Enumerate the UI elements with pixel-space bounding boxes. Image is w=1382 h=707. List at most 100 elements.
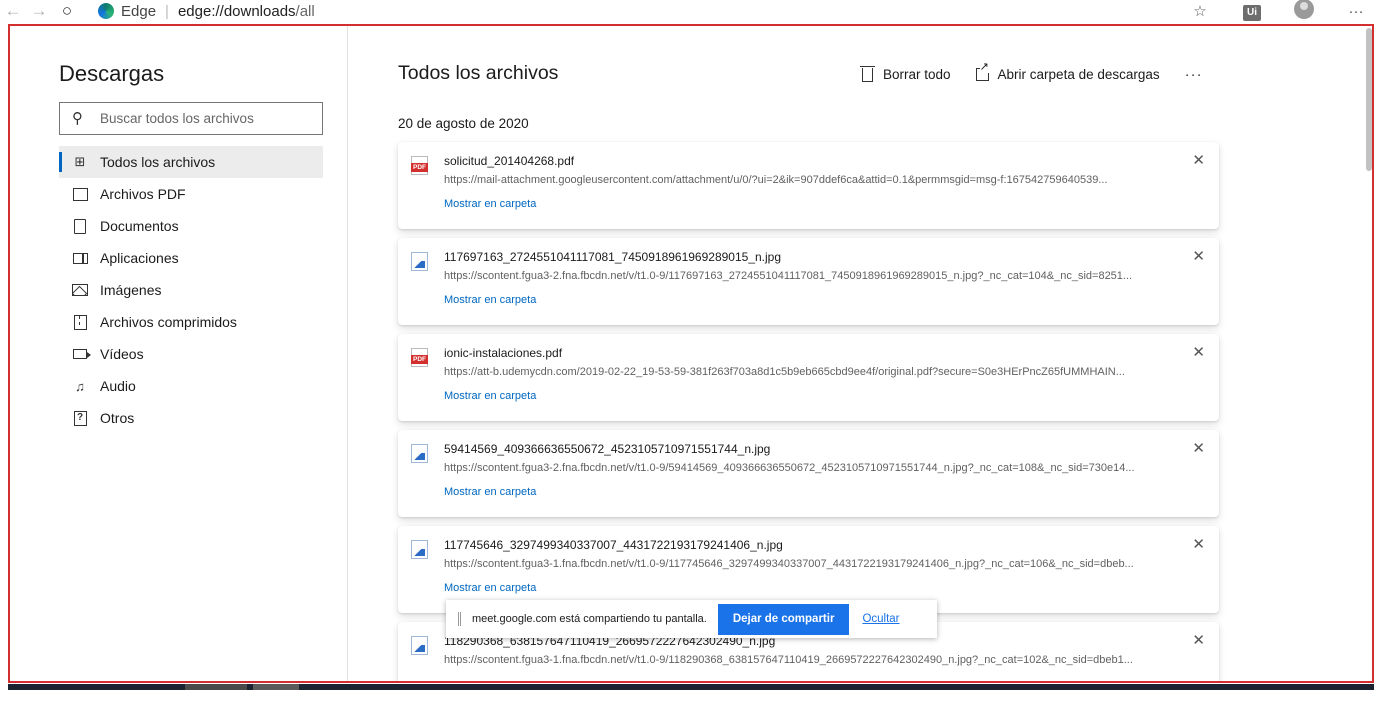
audio-icon: ♫ bbox=[75, 378, 85, 394]
filter-list: ⊞ Todos los archivos Archivos PDF Docume… bbox=[59, 146, 323, 434]
sidebar-item-applications[interactable]: Aplicaciones bbox=[59, 242, 323, 274]
sidebar-item-label: Archivos comprimidos bbox=[100, 314, 237, 330]
application-icon bbox=[71, 250, 89, 266]
remove-item-icon[interactable]: ✕ bbox=[1192, 343, 1205, 361]
open-folder-label: Abrir carpeta de descargas bbox=[997, 67, 1160, 82]
stop-sharing-button[interactable]: Dejar de compartir bbox=[717, 603, 850, 635]
remove-item-icon[interactable]: ✕ bbox=[1192, 247, 1205, 265]
ui-extension-icon: Ui bbox=[1243, 4, 1261, 21]
show-in-folder-link[interactable]: Mostrar en carpeta bbox=[444, 390, 536, 402]
address-bar[interactable]: Edge | edge://downloads/all bbox=[98, 3, 315, 20]
show-in-folder-link[interactable]: Mostrar en carpeta bbox=[444, 198, 536, 210]
sidebar-item-compressed[interactable]: Archivos comprimidos bbox=[59, 306, 323, 338]
show-in-folder-link[interactable]: Mostrar en carpeta bbox=[444, 582, 536, 594]
back-button[interactable]: ← bbox=[0, 1, 26, 21]
download-item: 59414569_409366636550672_452310571097155… bbox=[398, 430, 1219, 517]
file-name-link[interactable]: 117697163_2724551041117081_7450918961969… bbox=[444, 250, 781, 264]
refresh-button[interactable]: ○ bbox=[52, 1, 82, 21]
open-external-icon bbox=[975, 62, 989, 81]
sidebar-item-label: Vídeos bbox=[100, 346, 144, 362]
drag-handle-icon[interactable] bbox=[458, 612, 461, 626]
download-item: PDF solicitud_201404268.pdf https://mail… bbox=[398, 142, 1219, 229]
file-source-url: https://scontent.fgua3-1.fna.fbcdn.net/v… bbox=[444, 654, 1133, 666]
clear-all-label: Borrar todo bbox=[883, 67, 951, 82]
avatar bbox=[1294, 0, 1314, 19]
sidebar-item-all[interactable]: ⊞ Todos los archivos bbox=[59, 146, 323, 178]
sidebar-item-label: Audio bbox=[100, 378, 136, 394]
grid-icon: ⊞ bbox=[74, 154, 86, 169]
pdf-file-icon: PDF bbox=[411, 348, 428, 367]
show-in-folder-link[interactable]: Mostrar en carpeta bbox=[444, 294, 536, 306]
sidebar-item-label: Aplicaciones bbox=[100, 250, 179, 266]
trash-icon bbox=[860, 65, 875, 82]
image-file-icon bbox=[411, 636, 428, 655]
sidebar-item-pdf[interactable]: Archivos PDF bbox=[59, 178, 323, 210]
favorite-star-icon[interactable]: ☆ bbox=[1174, 2, 1226, 20]
scrollbar-thumb[interactable] bbox=[1366, 28, 1372, 171]
address-separator: | bbox=[165, 2, 169, 20]
download-item: PDF ionic-instalaciones.pdf https://att-… bbox=[398, 334, 1219, 421]
search-icon: ⚲ bbox=[72, 109, 83, 127]
pdf-icon bbox=[71, 186, 89, 202]
open-folder-button[interactable]: Abrir carpeta de descargas bbox=[975, 62, 1160, 82]
page-title: Todos los archivos bbox=[398, 62, 559, 84]
file-source-url: https://att-b.udemycdn.com/2019-02-22_19… bbox=[444, 366, 1125, 378]
search-input[interactable] bbox=[100, 111, 310, 126]
image-file-icon bbox=[411, 444, 428, 463]
header-actions: Borrar todo Abrir carpeta de descargas ·… bbox=[860, 62, 1203, 83]
download-item: 117697163_2724551041117081_7450918961969… bbox=[398, 238, 1219, 325]
image-file-icon bbox=[411, 540, 428, 559]
main-content: Todos los archivos Borrar todo Abrir car… bbox=[349, 26, 1372, 681]
image-icon bbox=[71, 282, 89, 298]
profile-button[interactable] bbox=[1278, 0, 1330, 23]
sidebar-item-others[interactable]: ? Otros bbox=[59, 402, 323, 434]
downloads-page: Descargas ⚲ ⊞ Todos los archivos Archivo… bbox=[8, 24, 1374, 683]
file-name-link[interactable]: 117745646_3297499340337007_4431722193179… bbox=[444, 538, 783, 552]
other-icon: ? bbox=[71, 410, 89, 426]
sidebar-item-label: Todos los archivos bbox=[100, 154, 216, 170]
remove-item-icon[interactable]: ✕ bbox=[1192, 439, 1205, 457]
date-group-header: 20 de agosto de 2020 bbox=[398, 116, 529, 131]
zip-icon bbox=[71, 314, 89, 330]
sidebar-title: Descargas bbox=[59, 61, 165, 86]
share-message: meet.google.com está compartiendo tu pan… bbox=[472, 613, 707, 625]
url-host: edge://downloads bbox=[177, 2, 296, 20]
file-source-url: https://scontent.fgua3-1.fna.fbcdn.net/v… bbox=[444, 558, 1134, 570]
scrollbar[interactable] bbox=[1364, 26, 1372, 681]
sidebar-item-documents[interactable]: Documentos bbox=[59, 210, 323, 242]
remove-item-icon[interactable]: ✕ bbox=[1192, 631, 1205, 649]
taskbar-item[interactable] bbox=[185, 684, 247, 690]
sidebar-item-label: Documentos bbox=[100, 218, 179, 234]
screen-share-banner: meet.google.com está compartiendo tu pan… bbox=[446, 600, 937, 638]
sidebar-item-audio[interactable]: ♫ Audio bbox=[59, 370, 323, 402]
search-box[interactable]: ⚲ bbox=[59, 102, 323, 135]
sidebar-item-label: Archivos PDF bbox=[100, 186, 186, 202]
file-name-link[interactable]: solicitud_201404268.pdf bbox=[444, 154, 574, 168]
sidebar-item-label: Otros bbox=[100, 410, 135, 426]
clear-all-button[interactable]: Borrar todo bbox=[860, 65, 951, 82]
remove-item-icon[interactable]: ✕ bbox=[1192, 535, 1205, 553]
site-name: Edge bbox=[121, 2, 157, 20]
taskbar-item[interactable] bbox=[253, 684, 299, 690]
pdf-file-icon: PDF bbox=[411, 156, 428, 175]
extension-button[interactable]: Ui bbox=[1226, 2, 1278, 21]
image-file-icon bbox=[411, 252, 428, 271]
browser-toolbar: ← → ○ Edge | edge://downloads/all ☆ Ui ·… bbox=[0, 0, 1382, 22]
file-name-link[interactable]: 59414569_409366636550672_452310571097155… bbox=[444, 442, 770, 456]
document-icon bbox=[71, 218, 89, 234]
file-source-url: https://mail-attachment.googleuserconten… bbox=[444, 174, 1108, 186]
video-icon bbox=[71, 346, 91, 362]
edge-logo-icon bbox=[98, 3, 114, 19]
sidebar-item-images[interactable]: Imágenes bbox=[59, 274, 323, 306]
settings-more-button[interactable]: ··· bbox=[1330, 3, 1382, 20]
file-source-url: https://scontent.fgua3-2.fna.fbcdn.net/v… bbox=[444, 270, 1133, 282]
show-in-folder-link[interactable]: Mostrar en carpeta bbox=[444, 486, 536, 498]
sidebar-item-videos[interactable]: Vídeos bbox=[59, 338, 323, 370]
file-source-url: https://scontent.fgua3-2.fna.fbcdn.net/v… bbox=[444, 462, 1135, 474]
remove-item-icon[interactable]: ✕ bbox=[1192, 151, 1205, 169]
file-name-link[interactable]: ionic-instalaciones.pdf bbox=[444, 346, 562, 360]
hide-banner-link[interactable]: Ocultar bbox=[862, 613, 899, 625]
sidebar: Descargas ⚲ ⊞ Todos los archivos Archivo… bbox=[10, 26, 348, 681]
more-options-button[interactable]: ··· bbox=[1185, 66, 1203, 83]
forward-button[interactable]: → bbox=[26, 1, 52, 21]
